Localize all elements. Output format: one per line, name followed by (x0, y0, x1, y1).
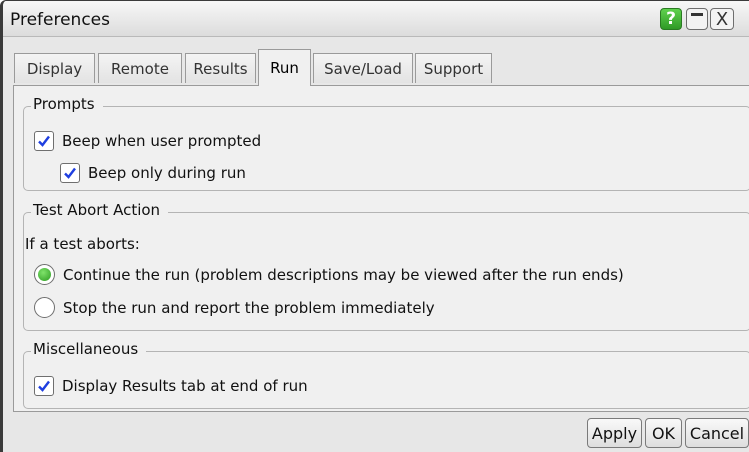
close-icon: X (715, 8, 729, 30)
minimize-icon (691, 13, 703, 16)
radio-selected-dot (38, 268, 51, 281)
checkmark-icon (38, 135, 50, 147)
window-title: Preferences (10, 10, 110, 30)
tab-label: Run (270, 59, 299, 77)
ok-button[interactable]: OK (645, 418, 682, 448)
tab-remote[interactable]: Remote (98, 53, 182, 83)
tab-label: Support (423, 59, 484, 78)
tab-results[interactable]: Results (185, 53, 256, 83)
tab-label: Display (26, 59, 83, 78)
beep-when-prompted-option[interactable]: Beep when user prompted (34, 131, 261, 151)
miscellaneous-legend: Miscellaneous (31, 340, 147, 358)
checkmark-icon (64, 167, 76, 179)
beep-only-during-run-label: Beep only during run (88, 164, 246, 182)
stop-run-radio[interactable] (34, 297, 55, 318)
tab-support[interactable]: Support (415, 53, 492, 83)
beep-only-during-run-checkbox[interactable] (60, 163, 80, 183)
continue-run-option[interactable]: Continue the run (problem descriptions m… (34, 264, 624, 285)
run-tab-panel: Prompts Beep when user prompted Beep onl… (13, 85, 749, 412)
prompts-legend: Prompts (31, 95, 103, 113)
beep-only-during-run-option[interactable]: Beep only during run (60, 163, 246, 183)
miscellaneous-group: Miscellaneous Display Results tab at end… (23, 340, 749, 409)
test-abort-action-legend: Test Abort Action (31, 201, 169, 219)
checkmark-icon (38, 380, 50, 392)
close-button[interactable]: X (710, 8, 734, 30)
help-button[interactable]: ? (660, 8, 682, 30)
tab-save-load[interactable]: Save/Load (313, 53, 413, 83)
apply-button[interactable]: Apply (587, 418, 642, 448)
cancel-label: Cancel (689, 423, 745, 443)
stop-run-option[interactable]: Stop the run and report the problem imme… (34, 297, 435, 318)
display-results-option[interactable]: Display Results tab at end of run (34, 376, 308, 396)
abort-intro-label: If a test aborts: (25, 235, 140, 253)
tab-label: Save/Load (324, 59, 402, 78)
stop-run-label: Stop the run and report the problem imme… (63, 298, 435, 317)
prompts-group: Prompts Beep when user prompted Beep onl… (23, 95, 749, 191)
preferences-window: Preferences ? X Display Remote Results R… (0, 0, 749, 452)
display-results-label: Display Results tab at end of run (62, 377, 308, 395)
abort-intro-text: If a test aborts: (25, 235, 140, 253)
help-icon: ? (666, 9, 676, 29)
apply-label: Apply (591, 423, 638, 443)
ok-label: OK (651, 423, 676, 443)
beep-when-prompted-checkbox[interactable] (34, 131, 54, 151)
tab-label: Remote (111, 59, 169, 78)
display-results-checkbox[interactable] (34, 376, 54, 396)
continue-run-radio[interactable] (34, 264, 55, 285)
title-bar[interactable]: Preferences ? X (3, 1, 749, 37)
test-abort-action-group: Test Abort Action If a test aborts: Cont… (23, 201, 749, 331)
minimize-button[interactable] (686, 8, 708, 30)
tab-label: Results (193, 59, 248, 78)
tab-run[interactable]: Run (258, 49, 311, 86)
cancel-button[interactable]: Cancel (685, 418, 749, 448)
beep-when-prompted-label: Beep when user prompted (62, 132, 262, 150)
continue-run-label: Continue the run (problem descriptions m… (63, 265, 624, 284)
tab-display[interactable]: Display (14, 53, 95, 83)
